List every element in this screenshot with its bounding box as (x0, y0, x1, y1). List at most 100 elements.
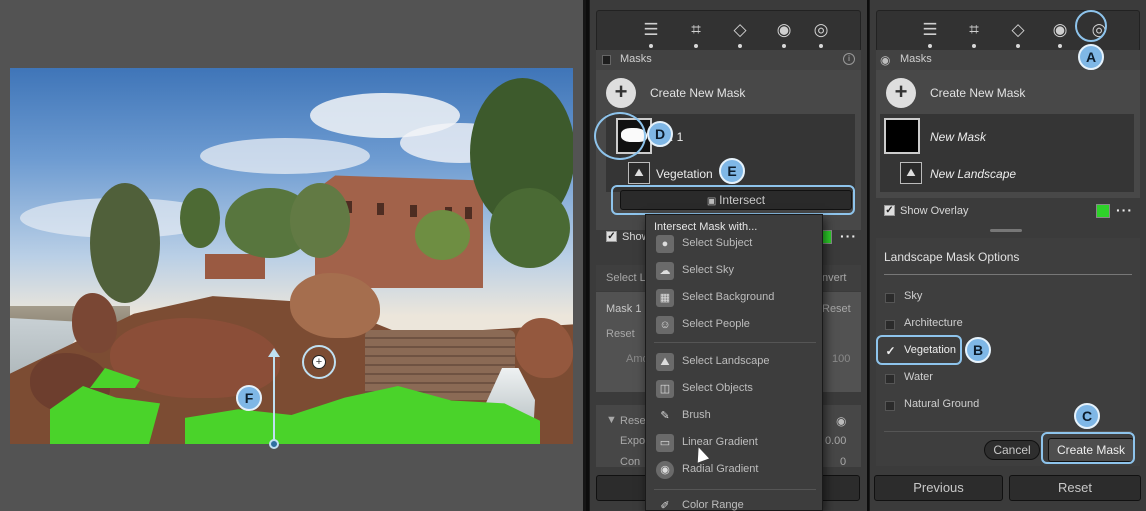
menu-item-linear-gradient[interactable]: ▭ Linear Gradient (656, 433, 816, 455)
edit-sliders-icon[interactable]: ☰ (640, 19, 662, 41)
plus-icon[interactable]: + (886, 78, 916, 108)
more-options-icon[interactable]: ··· (840, 228, 857, 244)
contrast-label: Con (620, 456, 641, 468)
menu-item-brush[interactable]: ✎ Brush (656, 406, 816, 428)
architecture-checkbox[interactable] (885, 320, 895, 330)
edit-sliders-icon[interactable]: ☰ (919, 19, 941, 41)
menu-item-select-background[interactable]: ▦ Select Background (656, 288, 816, 310)
menu-item-label: Brush (682, 409, 711, 421)
radial-gradient-icon: ◉ (656, 461, 674, 479)
architecture-option-label: Architecture (904, 317, 963, 329)
brush-icon: ✎ (660, 410, 670, 422)
select-label[interactable]: Select L (606, 272, 646, 284)
gradient-handle[interactable] (269, 439, 279, 449)
callout-f: F (236, 385, 262, 411)
natural-ground-checkbox[interactable] (885, 401, 895, 411)
menu-item-radial-gradient[interactable]: ◉ Radial Gradient (656, 460, 816, 482)
menu-separator (654, 342, 816, 343)
vegetation-sub-mask[interactable]: Vegetation (656, 167, 713, 181)
landscape-icon: ⛰ (656, 353, 674, 371)
callout-c: C (1074, 403, 1100, 429)
eye-icon[interactable]: ◉ (836, 414, 846, 428)
masks-list-box: + Create New Mask New Mask ⛰ New Landsca… (876, 70, 1140, 198)
callout-d: D (647, 121, 673, 147)
tree (90, 183, 160, 303)
exposure-label: Expo (620, 435, 646, 447)
menu-item-select-objects[interactable]: ◫ Select Objects (656, 379, 816, 401)
plus-icon[interactable]: + (606, 78, 636, 108)
crop-icon[interactable]: ⌗ (963, 19, 985, 41)
masks-title: Masks (900, 53, 932, 65)
options-title: Landscape Mask Options (884, 250, 1020, 264)
red-eye-icon[interactable]: ◉ (1049, 19, 1071, 41)
reset-label[interactable]: Reset (606, 328, 635, 340)
background-icon: ▦ (656, 289, 674, 307)
menu-header: Intersect Mask with... (654, 221, 758, 233)
collapse-triangle-icon[interactable]: ▼ (606, 414, 617, 426)
new-landscape-label[interactable]: New Landscape (930, 167, 1016, 181)
amount-value[interactable]: 100 (832, 353, 850, 365)
eraser-icon[interactable]: ◇ (729, 19, 751, 41)
objects-icon: ◫ (656, 380, 674, 398)
show-overlay-checkbox[interactable]: ✓ (884, 205, 895, 216)
eraser-icon[interactable]: ◇ (1007, 19, 1029, 41)
intersect-mask-menu: Intersect Mask with... ● Select Subject ☁… (645, 214, 823, 511)
tree (490, 188, 570, 268)
eye-icon[interactable]: ◉ (880, 53, 890, 67)
red-eye-icon[interactable]: ◉ (773, 19, 795, 41)
new-mask-thumbnail[interactable] (884, 118, 920, 154)
crop-icon[interactable]: ⌗ (685, 19, 707, 41)
show-overlay-checkbox[interactable]: ✓ (606, 231, 617, 242)
water-option-label: Water (904, 371, 933, 383)
invert-label[interactable]: nvert (822, 272, 846, 284)
menu-separator (654, 489, 816, 490)
tool-indicator (819, 44, 823, 48)
divider-handle[interactable] (990, 229, 1022, 232)
more-options-icon[interactable]: ··· (1116, 202, 1133, 218)
mask1-label: Mask 1 (606, 303, 642, 315)
visibility-toggle[interactable] (602, 55, 611, 65)
tree (415, 210, 470, 260)
overlay-color-swatch[interactable] (1096, 204, 1110, 218)
menu-item-label: Select Objects (682, 382, 753, 394)
menu-item-label: Linear Gradient (682, 436, 758, 448)
exposure-value[interactable]: 0.00 (825, 435, 846, 447)
tool-indicator (928, 44, 932, 48)
menu-item-color-range[interactable]: ✐ Color Range (656, 496, 816, 511)
previous-label: Previous (913, 480, 964, 495)
mask-pin-icon[interactable]: + (312, 355, 326, 369)
masks-title: Masks (620, 53, 652, 65)
linear-gradient-line[interactable] (273, 350, 275, 444)
natural-ground-option-label: Natural Ground (904, 398, 980, 410)
info-icon[interactable]: i (843, 53, 855, 65)
sky-checkbox[interactable] (885, 293, 895, 303)
landscape-photo[interactable] (10, 68, 573, 444)
menu-item-select-subject[interactable]: ● Select Subject (656, 234, 816, 256)
menu-item-select-landscape[interactable]: ⛰ Select Landscape (656, 352, 816, 374)
menu-item-select-people[interactable]: ☺ Select People (656, 315, 816, 337)
menu-item-label: Select Sky (682, 264, 734, 276)
cancel-button[interactable]: Cancel (984, 440, 1040, 460)
small-building (205, 254, 265, 279)
highlight-masking-tool (1075, 10, 1107, 42)
tool-indicator (694, 44, 698, 48)
menu-item-label: Select Subject (682, 237, 753, 249)
create-new-mask-row[interactable]: + Create New Mask (884, 78, 1132, 110)
mask-list: New Mask ⛰ New Landscape (880, 114, 1134, 192)
menu-item-label: Color Range (682, 499, 744, 511)
masking-icon[interactable]: ◎ (810, 19, 832, 41)
subject-icon: ● (656, 235, 674, 253)
window (465, 207, 472, 219)
masks-header: Masks i (596, 50, 861, 70)
water-checkbox[interactable] (885, 374, 895, 384)
mask1-reset[interactable]: Reset (822, 303, 851, 315)
gradient-arrow-icon (268, 348, 280, 357)
reset-button[interactable]: Reset (1009, 475, 1141, 501)
menu-item-select-sky[interactable]: ☁ Select Sky (656, 261, 816, 283)
new-mask-label[interactable]: New Mask (930, 130, 986, 144)
contrast-value[interactable]: 0 (840, 456, 846, 468)
previous-button[interactable]: Previous (874, 475, 1003, 501)
create-new-mask-label: Create New Mask (930, 86, 1026, 100)
sky-option-label: Sky (904, 290, 923, 302)
create-new-mask-row[interactable]: + Create New Mask (604, 78, 853, 110)
